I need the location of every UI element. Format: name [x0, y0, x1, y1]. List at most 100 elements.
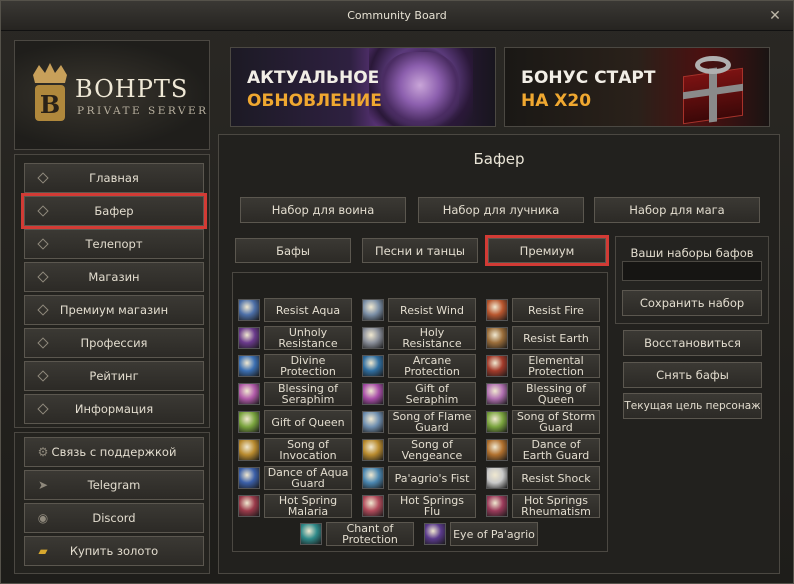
restore-button[interactable]: Восстановиться: [623, 330, 762, 356]
buff-item[interactable]: Arcane Protection: [362, 354, 476, 378]
buff-item[interactable]: Resist Fire: [486, 298, 600, 322]
mage-set-button[interactable]: Набор для мага: [594, 197, 760, 223]
buff-icon: [362, 495, 384, 517]
buff-item[interactable]: Elemental Protection: [486, 354, 600, 378]
buff-item[interactable]: Resist Earth: [486, 326, 600, 350]
telegram-link[interactable]: ➤ Telegram: [24, 470, 204, 500]
buff-item[interactable]: Song of Flame Guard: [362, 410, 476, 434]
buff-label: Eye of Pa'agrio: [450, 522, 538, 546]
buff-label: Song of Flame Guard: [388, 410, 476, 434]
buff-item[interactable]: Unholy Resistance: [238, 326, 352, 350]
nav-label: Бафер: [94, 204, 134, 218]
banner-line1: БОНУС СТАРТ: [521, 68, 656, 88]
remove-buffs-button[interactable]: Снять бафы: [623, 362, 762, 388]
link-label: Telegram: [87, 478, 141, 492]
logo-name: BOHPTS: [75, 75, 189, 103]
buff-icon: [362, 383, 384, 405]
buy-gold-link[interactable]: ▰ Купить золото: [24, 536, 204, 566]
diamond-icon: [37, 370, 49, 382]
archer-set-button[interactable]: Набор для лучника: [418, 197, 584, 223]
nav-teleport[interactable]: Телепорт: [24, 229, 204, 259]
diamond-icon: [37, 205, 49, 217]
buff-item[interactable]: Gift of Queen: [238, 410, 352, 434]
buff-label: Blessing of Seraphim: [264, 382, 352, 406]
buff-icon: [424, 523, 446, 545]
buff-icon: [238, 355, 260, 377]
crown-logo-icon: B: [33, 63, 67, 121]
diamond-icon: [37, 271, 49, 283]
nav-premium-shop[interactable]: Премиум магазин: [24, 295, 204, 325]
buff-label: Gift of Queen: [264, 410, 352, 434]
nav-buffer[interactable]: Бафер: [21, 193, 207, 229]
banner-line2: НА X20: [521, 91, 592, 111]
save-set-button[interactable]: Сохранить набор: [622, 290, 762, 316]
nav-label: Информация: [74, 402, 154, 416]
tab-premium[interactable]: Премиум: [485, 235, 609, 266]
diamond-icon: [37, 304, 49, 316]
buff-label: Resist Aqua: [264, 298, 352, 322]
tab-buffs[interactable]: Бафы: [235, 238, 351, 263]
update-banner[interactable]: АКТУАЛЬНОЕ ОБНОВЛЕНИЕ: [230, 47, 496, 127]
buff-item[interactable]: Song of Storm Guard: [486, 410, 600, 434]
buff-label: Elemental Protection: [512, 354, 600, 378]
buff-item[interactable]: Divine Protection: [238, 354, 352, 378]
saved-set-name-input[interactable]: [622, 261, 762, 281]
buff-item[interactable]: Resist Shock: [486, 466, 600, 490]
buff-label: Resist Earth: [512, 326, 600, 350]
nav-rating[interactable]: Рейтинг: [24, 361, 204, 391]
tab-songs-dances[interactable]: Песни и танцы: [362, 238, 478, 263]
buff-item[interactable]: Eye of Pa'agrio: [424, 522, 538, 546]
buff-item[interactable]: Blessing of Queen: [486, 382, 600, 406]
bonus-banner[interactable]: БОНУС СТАРТ НА X20: [504, 47, 770, 127]
buff-item[interactable]: Resist Wind: [362, 298, 476, 322]
logo-panel: B BOHPTS PRIVATE SERVER: [14, 40, 210, 150]
telegram-icon: ➤: [37, 478, 49, 492]
page-title: Бафер: [473, 150, 525, 168]
support-link[interactable]: ⚙ Связь с поддержкой: [24, 437, 204, 467]
buff-label: Gift of Seraphim: [388, 382, 476, 406]
buff-item[interactable]: Song of Invocation: [238, 438, 352, 462]
buff-item[interactable]: Blessing of Seraphim: [238, 382, 352, 406]
banner-line1: АКТУАЛЬНОЕ: [247, 68, 380, 88]
buff-icon: [486, 495, 508, 517]
buff-icon: [486, 411, 508, 433]
banner-line2: ОБНОВЛЕНИЕ: [247, 91, 382, 111]
saved-sets-label: Ваши наборы бафов: [630, 246, 754, 260]
buff-icon: [238, 439, 260, 461]
buff-label: Song of Invocation: [264, 438, 352, 462]
logo-subtitle: PRIVATE SERVER: [77, 105, 209, 117]
title-bar: Community Board ✕: [1, 1, 793, 31]
buff-icon: [486, 327, 508, 349]
nav-shop[interactable]: Магазин: [24, 262, 204, 292]
buff-item[interactable]: Holy Resistance: [362, 326, 476, 350]
gear-icon: ⚙: [37, 445, 49, 459]
nav-profession[interactable]: Профессия: [24, 328, 204, 358]
buff-item[interactable]: Dance of Aqua Guard: [238, 466, 352, 490]
discord-link[interactable]: ◉ Discord: [24, 503, 204, 533]
diamond-icon: [37, 337, 49, 349]
nav-info[interactable]: Информация: [24, 394, 204, 424]
target-current-character-button[interactable]: Текущая цель персонаж: [623, 393, 762, 419]
nav-label: Премиум магазин: [59, 303, 169, 317]
buff-icon: [486, 383, 508, 405]
buff-icon: [362, 355, 384, 377]
svg-text:B: B: [40, 90, 60, 119]
buff-item[interactable]: Hot Springs Rheumatism: [486, 494, 600, 518]
buff-item[interactable]: Resist Aqua: [238, 298, 352, 322]
link-label: Discord: [92, 511, 136, 525]
warrior-set-button[interactable]: Набор для воина: [240, 197, 406, 223]
buff-item[interactable]: Pa'agrio's Fist: [362, 466, 476, 490]
nav-home[interactable]: Главная: [24, 163, 204, 193]
buff-item[interactable]: Hot Spring Malaria: [238, 494, 352, 518]
buff-item[interactable]: Song of Vengeance: [362, 438, 476, 462]
buff-label: Pa'agrio's Fist: [388, 466, 476, 490]
close-icon[interactable]: ✕: [767, 8, 783, 24]
buff-item[interactable]: Dance of Earth Guard: [486, 438, 600, 462]
buff-item[interactable]: Chant of Protection: [300, 522, 414, 546]
diamond-icon: [37, 403, 49, 415]
gift-bow-art: [695, 56, 731, 74]
buff-icon: [238, 495, 260, 517]
buff-item[interactable]: Hot Springs Flu: [362, 494, 476, 518]
buff-item[interactable]: Gift of Seraphim: [362, 382, 476, 406]
main-nav: Главная Бафер Телепорт Магазин Премиум м…: [14, 154, 210, 428]
